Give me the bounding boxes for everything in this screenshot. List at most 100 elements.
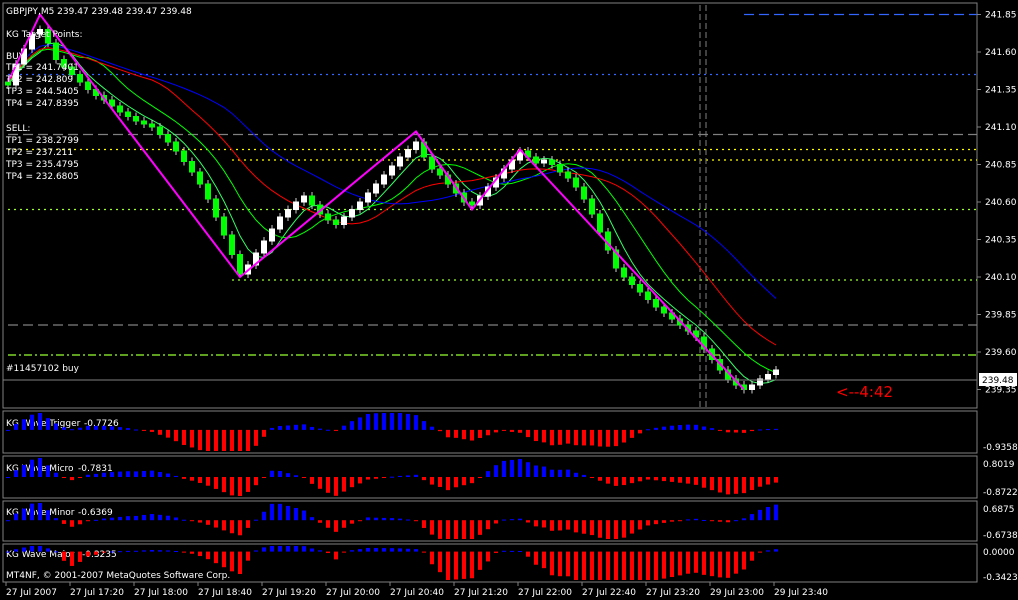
candle-body <box>429 156 435 170</box>
minor-tick-high: 0.6875 <box>983 505 1015 515</box>
candle-body <box>397 156 403 167</box>
histogram-bar <box>398 518 402 521</box>
histogram-bar <box>334 551 338 560</box>
histogram-bar <box>478 520 482 535</box>
candle-body <box>645 291 651 300</box>
histogram-bar <box>14 513 18 521</box>
histogram-bar <box>46 465 50 477</box>
histogram-bar <box>750 477 754 490</box>
candle-body <box>597 213 603 233</box>
histogram-bar <box>518 551 522 553</box>
histogram-bar <box>54 472 58 477</box>
histogram-bar <box>238 551 242 575</box>
histogram-bar <box>158 472 162 477</box>
histogram-bar <box>286 505 290 521</box>
histogram-bar <box>726 551 730 578</box>
histogram-bar <box>350 550 354 552</box>
histogram-bar <box>606 429 610 447</box>
histogram-bar <box>174 517 178 521</box>
histogram-bar <box>222 520 226 531</box>
candle-body <box>773 369 779 375</box>
histogram-bar <box>54 423 58 430</box>
y-tick-label: 241.85 <box>985 11 1017 21</box>
histogram-bar <box>110 426 114 430</box>
histogram-bar <box>310 477 314 484</box>
histogram-bar <box>702 426 706 430</box>
histogram-bar <box>38 458 42 477</box>
histogram-bar <box>446 520 450 539</box>
candle-body <box>229 234 235 255</box>
symbol-header: GBPJPY,M5 239.47 239.48 239.47 239.48 <box>6 7 192 17</box>
histogram-bar <box>478 477 482 478</box>
histogram-bar <box>238 477 242 496</box>
histogram-bar <box>174 475 178 477</box>
histogram-bar <box>718 429 722 431</box>
histogram-bar <box>30 414 34 430</box>
histogram-bar <box>606 477 610 484</box>
histogram-bar <box>598 429 602 447</box>
histogram-bar <box>694 518 698 521</box>
histogram-bar <box>22 464 26 477</box>
histogram-bar <box>390 548 394 552</box>
histogram-bar <box>734 429 738 433</box>
histogram-bar <box>670 551 674 578</box>
x-tick-label: 27 Jul 22:00 <box>518 588 572 598</box>
target-points-title: KG Target Points: <box>6 30 83 40</box>
x-axis: 27 Jul 2007 27 Jul 17:20 27 Jul 18:00 27 Ju… <box>5 582 828 598</box>
buy-label: BUY: <box>6 52 26 62</box>
candle-body <box>549 159 555 165</box>
histogram-bar <box>54 551 58 553</box>
histogram-bar <box>206 551 210 560</box>
histogram-bar <box>670 425 674 430</box>
candle-body <box>133 116 139 122</box>
histogram-bar <box>14 423 18 430</box>
chart-root: 239.48 241.85 241.60 241.35 241.10 240.85 240… <box>2 2 1018 598</box>
histogram-bar <box>470 551 474 579</box>
histogram-bar <box>694 551 698 573</box>
order-label: #11457102 buy <box>6 364 80 374</box>
histogram-bar <box>102 472 106 477</box>
minor-tick-low: -0.6738 <box>983 531 1018 541</box>
histogram-bar <box>486 429 490 436</box>
histogram-bar <box>654 477 658 481</box>
histogram-bar <box>438 551 442 573</box>
histogram-bar <box>126 471 130 477</box>
histogram-bar <box>166 473 170 477</box>
histogram-bar <box>230 520 234 534</box>
histogram-bar <box>438 429 442 432</box>
histogram-bar <box>582 520 586 534</box>
histogram-bar <box>294 424 298 430</box>
histogram-bar <box>462 477 466 486</box>
histogram-bar <box>494 429 498 433</box>
histogram-bar <box>550 429 554 446</box>
candle-body <box>277 216 283 230</box>
histogram-bar <box>502 429 506 431</box>
candle-body <box>149 123 155 128</box>
histogram-bar <box>758 477 762 487</box>
candle-body <box>141 120 147 125</box>
histogram-bar <box>366 414 370 430</box>
histogram-bar <box>54 518 58 521</box>
histogram-bar <box>766 429 770 431</box>
candle-body <box>325 213 331 221</box>
histogram-bar <box>654 427 658 430</box>
histogram-bar <box>14 470 18 477</box>
histogram-bar <box>734 477 738 494</box>
histogram-bar <box>542 520 546 528</box>
histogram-bar <box>126 516 130 521</box>
histogram-bar <box>294 475 298 477</box>
histogram-bar <box>86 474 90 477</box>
histogram-bar <box>262 429 266 437</box>
x-tick-label: 29 Jul 23:40 <box>774 588 828 598</box>
histogram-bar <box>6 520 10 522</box>
histogram-bar <box>502 550 506 552</box>
histogram-bar <box>230 551 234 572</box>
x-tick-label: 27 Jul 23:20 <box>646 588 700 598</box>
histogram-bar <box>438 520 442 539</box>
histogram-bar <box>534 465 538 477</box>
histogram-bar <box>190 477 194 481</box>
histogram-bar <box>14 549 18 552</box>
histogram-bar <box>694 477 698 485</box>
histogram-bar <box>638 520 642 530</box>
histogram-bar <box>134 550 138 552</box>
